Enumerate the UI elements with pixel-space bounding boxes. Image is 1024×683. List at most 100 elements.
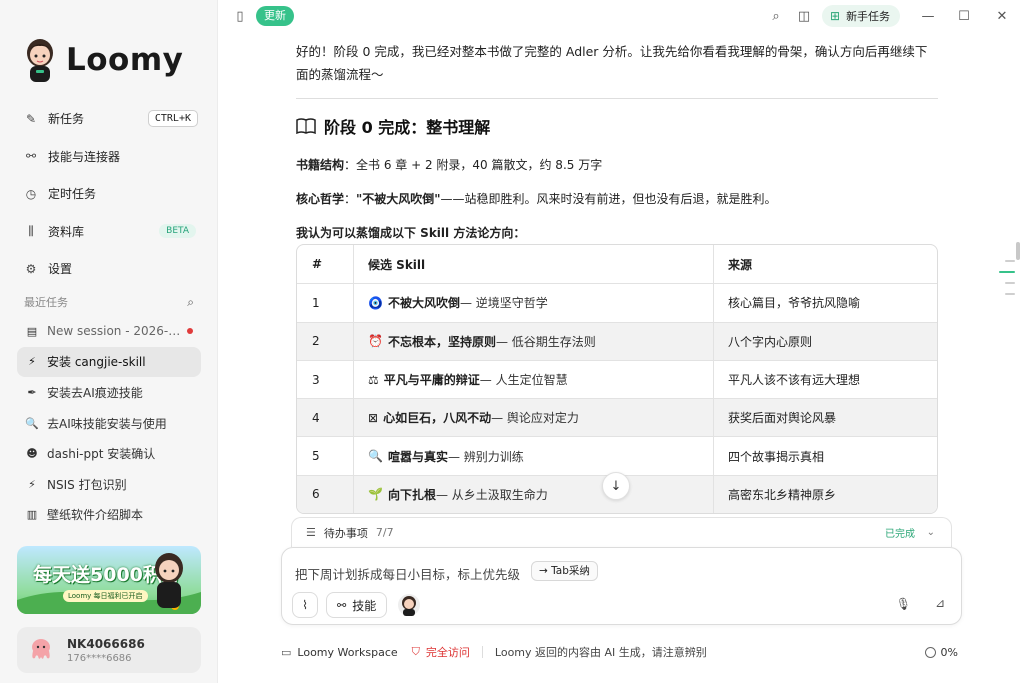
recent-task-label: New session - 2026-… [47,324,181,339]
nav-new-task[interactable]: ✎ 新任务 CTRL+K [14,100,206,138]
status-footer: ▭ Loomy Workspace ⛉ 完全访问 Loomy 返回的内容由 AI… [281,642,962,662]
recent-task-item[interactable]: ▤ New session - 2026-… [17,316,201,347]
scrollbar-thumb[interactable] [1016,242,1020,260]
row-number: 6 [297,475,354,514]
edit-icon: ✎ [25,111,37,126]
table-row: 1 🧿 不被大风吹倒 — 逆境坚守哲学 核心篇目，爷爷抗风隐喻 [297,283,937,322]
row-number: 1 [297,284,354,322]
send-icon[interactable]: ⊿ [935,596,945,610]
magnifier-icon: 🔍 [368,449,383,464]
access-mode[interactable]: ⛉ 完全访问 [412,644,470,660]
attach-button[interactable]: ⌇ [292,592,318,618]
app-name: Loomy [66,42,184,78]
sidebar-toggle-icon[interactable]: ▯ [232,8,248,24]
scroll-to-bottom-button[interactable]: ↓ [602,472,630,500]
book-structure-line: 书籍结构：全书 6 章 + 2 附录，40 篇散文，约 8.5 万字 [296,153,938,177]
skills-button[interactable]: ⚯ 技能 [326,592,388,618]
workspace-name[interactable]: Loomy Workspace [297,646,397,659]
gift-icon: ⊞ [830,9,841,23]
skill-name: 向下扎根 [387,487,436,502]
skill-name: 不被大风吹倒 [387,296,460,311]
close-icon[interactable]: ✕ [994,8,1010,24]
nav-label: 资料库 [48,224,85,239]
table-row: 4 ⊠ 心如巨石，八风不动 — 舆论应对定力 获奖后面对舆论风暴 [297,398,937,437]
user-card[interactable]: NK4066686 176****6686 [17,627,201,673]
panel-toggle-icon[interactable]: ◫ [796,8,812,24]
alarm-clock-icon: ⏰ [368,334,383,349]
recent-task-item[interactable]: ✒ 安装去AI痕迹技能 [17,377,201,408]
philosophy-text: ——站稳即胜利。风来时没有前进，但也没有后退，就是胜利。 [440,192,777,206]
skill-name: 不忘根本，坚持原则 [387,334,496,349]
message-composer[interactable]: 把下周计划拆成每日小目标，标上优先级 → Tab采纳 ⌇ ⚯ 技能 🎙 ⊿ [281,547,962,625]
chart-icon: ▥ [26,508,38,522]
recent-task-item[interactable]: 🔍 去AI味技能安装与使用 [17,408,201,439]
nav-label: 定时任务 [48,187,97,202]
octopus-avatar-icon [32,639,50,659]
recent-task-item[interactable]: ▥ 壁纸软件介绍脚本 [17,500,201,531]
amulet-icon: 🧿 [368,295,383,310]
minimize-icon[interactable]: — [920,8,936,24]
update-button[interactable]: 更新 [256,6,294,26]
recent-task-item[interactable]: ☻ dashi-ppt 安装确认 [17,438,201,469]
brand[interactable]: Loomy [22,36,183,84]
nav-skills-connectors[interactable]: ⚯ 技能与连接器 [14,138,206,176]
progress-ring-icon [924,646,936,658]
row-number: 5 [297,437,354,475]
recent-task-label: 安装去AI痕迹技能 [47,385,143,400]
nav-library[interactable]: ⫼ 资料库 BETA [14,213,206,251]
minimap-line [1005,293,1015,295]
ai-disclaimer: Loomy 返回的内容由 AI 生成，请注意辨别 [494,646,707,659]
skill-desc: — 逆境坚守哲学 [459,296,548,311]
philosophy-label: 核心哲学 [296,192,345,206]
minimap-line [1005,282,1015,284]
agent-avatar-icon[interactable] [398,594,420,616]
newbie-tasks-label: 新手任务 [846,10,891,23]
recent-task-item[interactable]: ⚡ NSIS 打包识别 [17,469,201,500]
pen-icon: ✒ [27,385,37,399]
recent-tasks-list: ▤ New session - 2026-… ⚡ 安装 cangjie-skil… [17,316,201,530]
philosophy-quote: "不被大风吹倒" [356,192,441,206]
user-phone: 176****6686 [67,652,132,664]
beta-badge: BETA [159,224,196,239]
newbie-tasks-button[interactable]: ⊞ 新手任务 [822,5,901,27]
recent-task-item[interactable]: ⚡ 安装 cangjie-skill [17,346,201,378]
source-cell: 八个字内心原则 [728,334,813,349]
nav-label: 技能与连接器 [48,149,121,164]
maximize-icon[interactable]: ☐ [956,8,972,24]
robot-icon: ☻ [26,447,38,461]
recent-task-label: NSIS 打包识别 [47,477,127,492]
link-icon: ⚯ [337,598,347,612]
nav-scheduled-tasks[interactable]: ◷ 定时任务 [14,175,206,213]
paperclip-icon: ⌇ [302,598,308,612]
recent-tasks-header: 最近任务 ⌕ [24,294,194,310]
search-icon[interactable]: ⌕ [187,295,194,310]
recent-tasks-label: 最近任务 [24,296,68,309]
nav-settings[interactable]: ⚙ 设置 [14,250,206,288]
list-intro-text: 我认为可以蒸馏成以下 Skill 方法论方向： [296,226,526,240]
mascot-icon [155,553,183,608]
chevron-down-icon[interactable]: ⌄ [927,527,935,538]
shortcut-badge: CTRL+K [147,110,198,128]
microphone-icon[interactable]: 🎙 [896,597,911,611]
promo-banner[interactable]: 每天送5000积分 Loomy 每日福利已开启 [17,546,201,614]
todo-bar[interactable]: ☰ 待办事项 7/7 已完成 ⌄ [291,517,952,547]
table-row: 3 ⚖ 平凡与平庸的辩证 — 人生定位智慧 平凡人该不该有远大理想 [297,359,937,399]
section-heading: 阶段 0 完成：整书理解 [296,113,938,139]
source-cell: 核心篇目，爷爷抗风隐喻 [728,296,861,311]
outline-minimap[interactable] [999,260,1015,304]
notebook-icon: ▤ [26,324,38,338]
tab-accept-hint[interactable]: → Tab采纳 [531,561,598,581]
search-icon[interactable]: ⌕ [768,8,784,24]
list-intro: 我认为可以蒸馏成以下 Skill 方法论方向： [296,221,938,245]
minimap-line [1005,260,1015,262]
nav-label: 新任务 [48,112,85,127]
composer-input[interactable]: 把下周计划拆成每日小目标，标上优先级 [295,564,520,583]
context-usage[interactable]: 0% [924,646,958,659]
colon: ： [344,192,357,206]
checklist-icon: ☰ [306,526,316,539]
table-header-row: # 候选 Skill 来源 [297,245,937,284]
header-cell: 来源 [728,257,753,272]
skill-name: 平凡与平庸的辩证 [383,373,480,388]
todo-label: 待办事项 [323,526,368,540]
structure-label: 书籍结构 [296,158,345,172]
